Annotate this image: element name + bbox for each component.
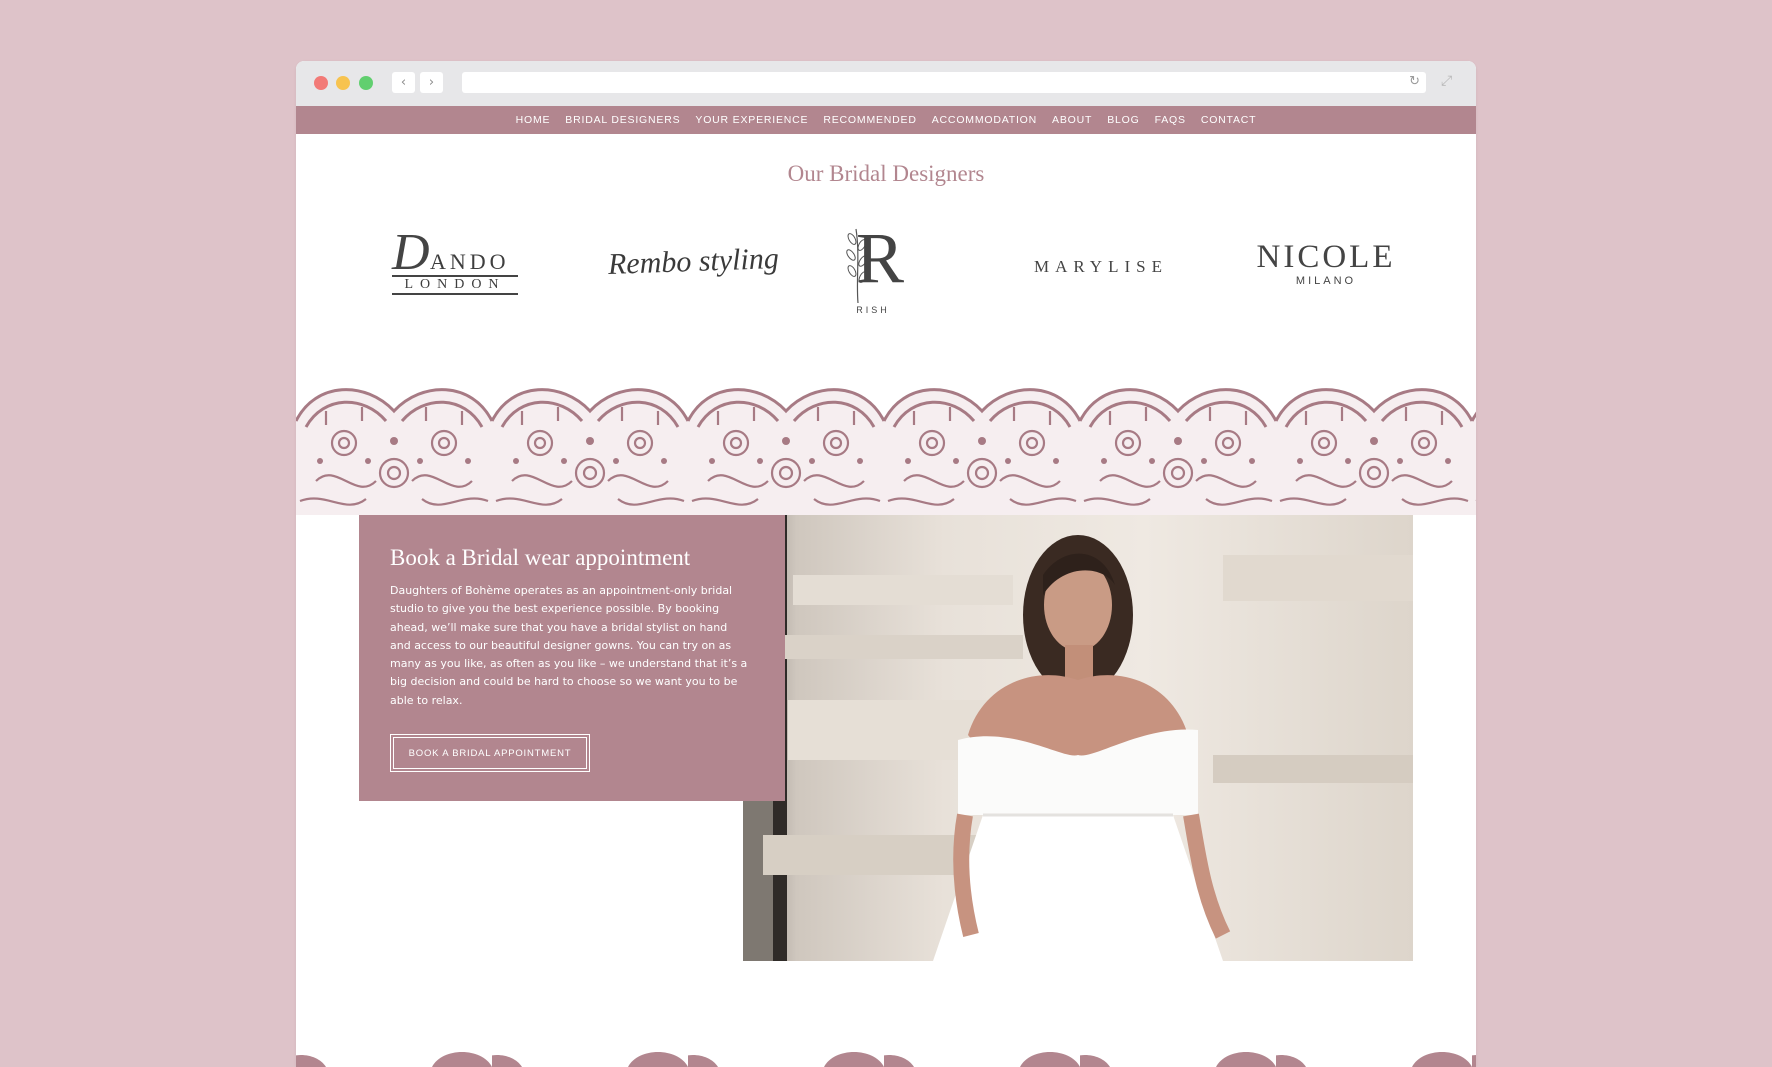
bride-photo <box>743 515 1413 961</box>
nav-home[interactable]: HOME <box>516 114 551 126</box>
appointment-card: Book a Bridal wear appointment Daughters… <box>359 515 785 801</box>
maximize-window-button[interactable] <box>359 76 373 90</box>
rish-letter: R <box>856 218 905 298</box>
forward-button[interactable]: › <box>420 72 443 93</box>
address-bar[interactable]: ↻ <box>462 72 1426 93</box>
nicole-name: NICOLE <box>1256 239 1396 275</box>
designers-title: Our Bridal Designers <box>787 161 985 186</box>
nav-recommended[interactable]: RECOMMENDED <box>823 114 916 126</box>
back-button[interactable]: ‹ <box>392 72 415 93</box>
rish-logo[interactable]: R RISH <box>838 218 908 319</box>
rembo-styling-logo[interactable]: Rembo styling <box>607 242 779 282</box>
nav-your-experience[interactable]: YOUR EXPERIENCE <box>695 114 808 126</box>
nav-about[interactable]: ABOUT <box>1052 114 1092 126</box>
lace-border-bottom-image <box>296 1047 1476 1067</box>
browser-window: ‹ › ↻ ⤢ HOME BRIDAL DESIGNERS YOUR EXPER… <box>296 61 1476 1067</box>
book-appointment-label: BOOK A BRIDAL APPOINTMENT <box>393 737 587 769</box>
marylise-logo[interactable]: MARYLISE <box>1034 257 1168 277</box>
nicole-city: MILANO <box>1295 275 1357 287</box>
lace-border-image <box>296 381 1476 515</box>
close-window-button[interactable] <box>314 76 328 90</box>
expand-icon[interactable]: ⤢ <box>1441 73 1452 89</box>
book-appointment-button[interactable]: BOOK A BRIDAL APPOINTMENT <box>390 734 590 772</box>
minimize-window-button[interactable] <box>336 76 350 90</box>
nav-faqs[interactable]: FAQS <box>1155 114 1186 126</box>
dando-initial: D <box>392 224 430 281</box>
site-navigation: HOME BRIDAL DESIGNERS YOUR EXPERIENCE RE… <box>296 106 1476 134</box>
browser-toolbar: ‹ › ↻ ⤢ <box>296 61 1476 106</box>
rish-name: RISH <box>856 305 890 315</box>
dando-city: LONDON <box>392 275 518 295</box>
nav-contact[interactable]: CONTACT <box>1201 114 1257 126</box>
dando-name: ANDO <box>430 249 510 274</box>
nav-accommodation[interactable]: ACCOMMODATION <box>932 114 1037 126</box>
chevron-right-icon: › <box>428 75 435 90</box>
nav-blog[interactable]: BLOG <box>1107 114 1139 126</box>
reload-icon[interactable]: ↻ <box>1409 74 1420 89</box>
bride-illustration <box>743 515 1413 961</box>
designer-logos: D ANDO LONDON Rembo styling R RISH MARYL… <box>296 211 1476 321</box>
appointment-title: Book a Bridal wear appointment <box>390 545 691 570</box>
appointment-description: Daughters of Bohème operates as an appoi… <box>390 584 748 707</box>
chevron-left-icon: ‹ <box>400 75 407 90</box>
nav-bridal-designers[interactable]: BRIDAL DESIGNERS <box>565 114 680 126</box>
nicole-milano-logo[interactable]: NICOLE MILANO <box>1246 239 1406 287</box>
